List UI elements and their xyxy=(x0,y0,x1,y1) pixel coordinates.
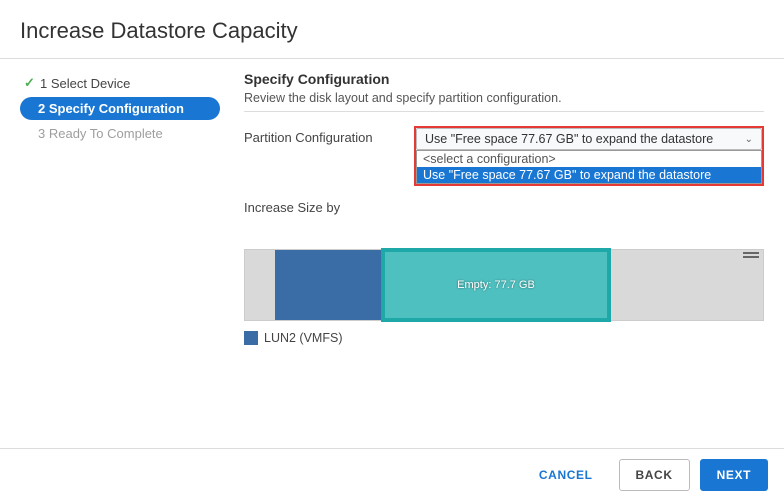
select-value: Use "Free space 77.67 GB" to expand the … xyxy=(425,132,713,146)
segment-unallocated xyxy=(611,250,763,320)
legend-swatch-vmfs xyxy=(244,331,258,345)
wizard-footer: CANCEL BACK NEXT xyxy=(0,448,784,501)
step-label: 1 Select Device xyxy=(40,76,130,91)
step-ready-to-complete[interactable]: 3 Ready To Complete xyxy=(20,122,220,145)
segment-free-label: Empty: 77.7 GB xyxy=(457,279,535,291)
page-title: Increase Datastore Capacity xyxy=(0,0,784,59)
check-icon: ✓ xyxy=(24,75,38,91)
next-button[interactable]: NEXT xyxy=(700,459,768,491)
cancel-button[interactable]: CANCEL xyxy=(523,460,609,490)
wizard-body: ✓ 1 Select Device 2 Specify Configuratio… xyxy=(0,59,784,345)
partition-chart: Empty: 77.7 GB LUN2 (VMFS) xyxy=(244,249,764,345)
legend-label: LUN2 (VMFS) xyxy=(264,331,342,345)
wizard-steps: ✓ 1 Select Device 2 Specify Configuratio… xyxy=(20,71,220,345)
segment-vmfs xyxy=(275,250,383,320)
partition-config-row: Partition Configuration Use "Free space … xyxy=(244,126,764,186)
partition-config-select[interactable]: Use "Free space 77.67 GB" to expand the … xyxy=(416,128,762,150)
partition-config-dropdown-highlight: Use "Free space 77.67 GB" to expand the … xyxy=(414,126,764,186)
step-specify-configuration[interactable]: 2 Specify Configuration xyxy=(20,97,220,120)
main-panel: Specify Configuration Review the disk la… xyxy=(220,71,764,345)
section-subtitle: Review the disk layout and specify parti… xyxy=(244,91,764,105)
divider xyxy=(244,111,764,112)
chevron-down-icon: ⌄ xyxy=(745,134,753,145)
back-button[interactable]: BACK xyxy=(619,459,690,491)
option-placeholder[interactable]: <select a configuration> xyxy=(417,151,761,167)
step-label: 3 Ready To Complete xyxy=(38,126,163,141)
option-free-space[interactable]: Use "Free space 77.67 GB" to expand the … xyxy=(417,167,761,183)
segment-reserved xyxy=(245,250,275,320)
step-label: 2 Specify Configuration xyxy=(38,101,184,116)
resize-handle-icon[interactable] xyxy=(743,252,759,258)
partition-bar: Empty: 77.7 GB xyxy=(244,249,764,321)
partition-config-options: <select a configuration> Use "Free space… xyxy=(416,150,762,184)
increase-size-row: Increase Size by xyxy=(244,196,764,215)
step-select-device[interactable]: ✓ 1 Select Device xyxy=(20,71,220,95)
segment-free-space[interactable]: Empty: 77.7 GB xyxy=(381,248,611,322)
increase-size-label: Increase Size by xyxy=(244,196,414,215)
partition-config-label: Partition Configuration xyxy=(244,126,414,145)
chart-legend: LUN2 (VMFS) xyxy=(244,331,764,345)
section-title: Specify Configuration xyxy=(244,71,764,87)
